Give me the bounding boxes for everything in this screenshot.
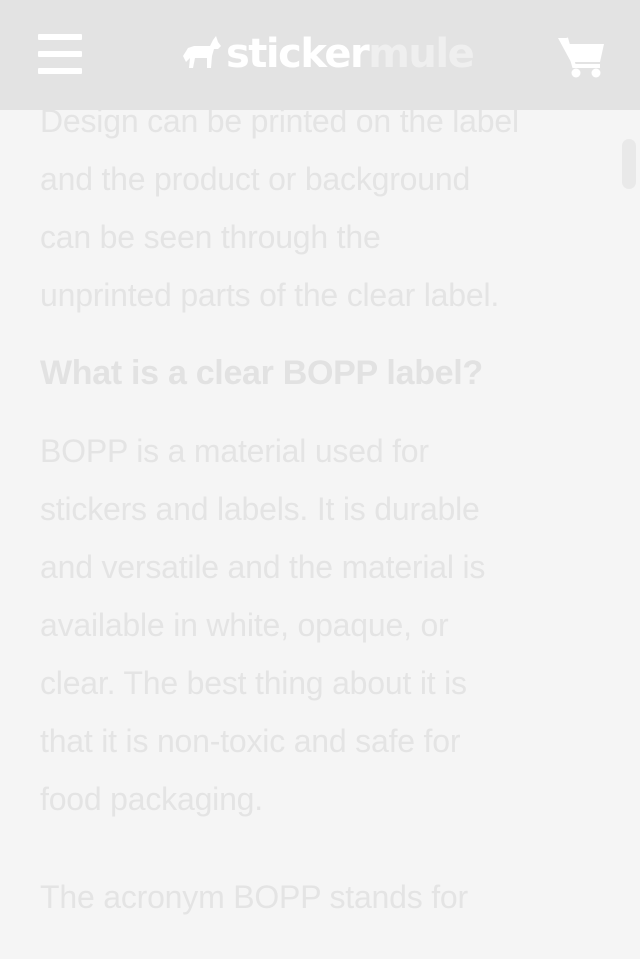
- bopp-paragraph: BOPP is a material used for stickers and…: [40, 422, 610, 828]
- logo-wordmark: stickermule: [226, 30, 475, 78]
- text-line: available in white, opaque, or: [40, 607, 449, 643]
- text-line: that it is non-toxic and safe for: [40, 723, 461, 759]
- text-line: The acronym BOPP stands for: [40, 879, 468, 915]
- acronym-paragraph: The acronym BOPP stands for: [40, 868, 610, 926]
- text-line: clear. The best thing about it is: [40, 665, 467, 701]
- text-line: and the product or background: [40, 161, 471, 197]
- top-navigation-bar: stickermule: [0, 0, 640, 110]
- section-heading: What is a clear BOPP label?: [40, 354, 483, 392]
- logo-text-sticker: sticker: [226, 31, 370, 77]
- text-line: stickers and labels. It is durable: [40, 491, 480, 527]
- text-line: BOPP is a material used for: [40, 433, 429, 469]
- hamburger-menu-icon[interactable]: [38, 34, 82, 74]
- shopping-cart-icon[interactable]: [556, 34, 606, 78]
- page: stickermule Design can be printed on the…: [0, 0, 640, 959]
- text-line: unprinted parts of the clear label.: [40, 277, 500, 313]
- stickermule-logo[interactable]: stickermule: [180, 30, 475, 78]
- text-line: food packaging.: [40, 781, 263, 817]
- article-content: Design can be printed on the label and t…: [40, 68, 610, 926]
- logo-text-mule: mule: [368, 31, 475, 77]
- mule-icon: [183, 36, 221, 68]
- text-line: and versatile and the material is: [40, 549, 486, 585]
- scrollbar-thumb[interactable]: [622, 139, 636, 189]
- text-line: can be seen through the: [40, 219, 381, 255]
